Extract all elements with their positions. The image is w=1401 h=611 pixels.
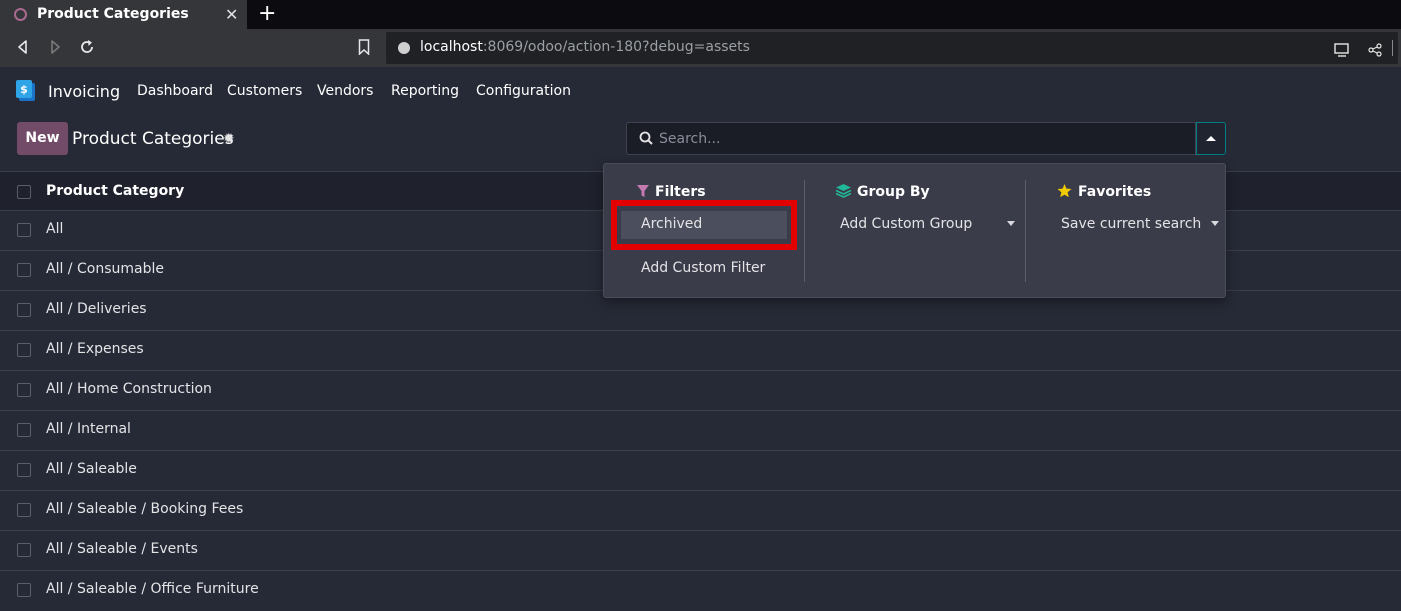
new-button[interactable]: New xyxy=(17,122,68,155)
table-row[interactable]: All / Saleable / Events xyxy=(0,531,1401,571)
menu-customers[interactable]: Customers xyxy=(227,83,302,99)
svg-text:$: $ xyxy=(20,83,28,96)
row-label: All / Saleable / Office Furniture xyxy=(46,581,259,597)
add-custom-group-select[interactable]: Add Custom Group xyxy=(840,216,1015,232)
row-checkbox[interactable] xyxy=(17,543,31,557)
row-checkbox[interactable] xyxy=(17,463,31,477)
group-by-section: Group By Add Custom Group xyxy=(805,164,1025,299)
row-label: All / Consumable xyxy=(46,261,164,277)
row-label: All / Deliveries xyxy=(46,301,147,317)
select-all-checkbox[interactable] xyxy=(17,185,31,199)
browser-tab[interactable]: Product Categories ✕ xyxy=(0,0,247,29)
forward-icon[interactable] xyxy=(46,38,64,56)
table-row[interactable]: All / Saleable / Booking Fees xyxy=(0,491,1401,531)
group-by-heading: Group By xyxy=(836,184,930,200)
search-input[interactable] xyxy=(659,123,1179,154)
row-label: All / Internal xyxy=(46,421,131,437)
browser-toolbar: localhost:8069/odoo/action-180?debug=ass… xyxy=(0,29,1401,67)
new-tab-icon[interactable]: + xyxy=(258,1,276,27)
row-label: All / Saleable xyxy=(46,461,137,477)
row-label: All / Home Construction xyxy=(46,381,212,397)
menu-reporting[interactable]: Reporting xyxy=(391,83,459,99)
row-label: All xyxy=(46,221,64,237)
reload-icon[interactable] xyxy=(78,38,96,56)
menu-dashboard[interactable]: Dashboard xyxy=(137,83,213,99)
table-row[interactable]: All / Saleable / Office Furniture xyxy=(0,571,1401,611)
chevron-down-icon xyxy=(1210,221,1219,226)
layers-icon xyxy=(836,184,851,198)
filters-heading: Filters xyxy=(637,184,706,200)
tab-title: Product Categories xyxy=(37,6,189,22)
back-icon[interactable] xyxy=(14,38,32,56)
table-row[interactable]: All / Saleable xyxy=(0,451,1401,491)
url-text[interactable]: localhost:8069/odoo/action-180?debug=ass… xyxy=(420,39,750,55)
row-checkbox[interactable] xyxy=(17,263,31,277)
chevron-down-icon xyxy=(1006,221,1015,226)
address-bar[interactable]: localhost:8069/odoo/action-180?debug=ass… xyxy=(386,32,1398,64)
odoo-navbar: $ Invoicing Dashboard Customers Vendors … xyxy=(0,67,1401,113)
row-label: All / Saleable / Events xyxy=(46,541,198,557)
bookmark-icon[interactable] xyxy=(358,39,370,55)
favorites-section: Favorites Save current search xyxy=(1026,164,1226,299)
filters-section: Filters Archived Add Custom Filter xyxy=(604,164,804,299)
add-custom-filter[interactable]: Add Custom Filter xyxy=(641,260,765,276)
search-panel-toggle[interactable] xyxy=(1196,122,1226,155)
menu-configuration[interactable]: Configuration xyxy=(476,83,571,99)
row-label: All / Expenses xyxy=(46,341,144,357)
highlight-box xyxy=(611,200,797,250)
site-info-icon[interactable] xyxy=(398,42,410,54)
table-row[interactable]: All / Internal xyxy=(0,411,1401,451)
share-icon[interactable] xyxy=(1368,43,1382,57)
search-icon xyxy=(639,131,653,145)
filter-icon xyxy=(637,185,649,197)
search-bar[interactable] xyxy=(626,122,1196,155)
row-checkbox[interactable] xyxy=(17,583,31,597)
row-checkbox[interactable] xyxy=(17,503,31,517)
row-checkbox[interactable] xyxy=(17,303,31,317)
toolbar-divider xyxy=(1392,40,1393,56)
browser-tabstrip: Product Categories ✕ + xyxy=(0,0,1401,29)
row-checkbox[interactable] xyxy=(17,383,31,397)
close-icon[interactable]: ✕ xyxy=(225,5,238,24)
row-label: All / Saleable / Booking Fees xyxy=(46,501,244,517)
favorites-heading: Favorites xyxy=(1057,184,1151,200)
odoo-favicon-icon xyxy=(14,8,27,21)
star-icon xyxy=(1057,184,1072,198)
app-name[interactable]: Invoicing xyxy=(48,82,120,101)
table-row[interactable]: All / Home Construction xyxy=(0,371,1401,411)
search-dropdown-panel: Filters Archived Add Custom Filter Group… xyxy=(603,163,1226,298)
gear-icon[interactable]: ✹ xyxy=(223,131,235,147)
menu-vendors[interactable]: Vendors xyxy=(317,83,373,99)
column-header-product-category[interactable]: Product Category xyxy=(46,183,184,199)
invoicing-app-icon[interactable]: $ xyxy=(16,80,35,101)
row-checkbox[interactable] xyxy=(17,343,31,357)
cast-icon[interactable] xyxy=(1334,43,1350,57)
caret-up-icon xyxy=(1206,136,1216,141)
table-row[interactable]: All / Expenses xyxy=(0,331,1401,371)
page-title: Product Categories xyxy=(72,129,234,149)
save-current-search-toggle[interactable]: Save current search xyxy=(1061,216,1219,232)
row-checkbox[interactable] xyxy=(17,223,31,237)
row-checkbox[interactable] xyxy=(17,423,31,437)
